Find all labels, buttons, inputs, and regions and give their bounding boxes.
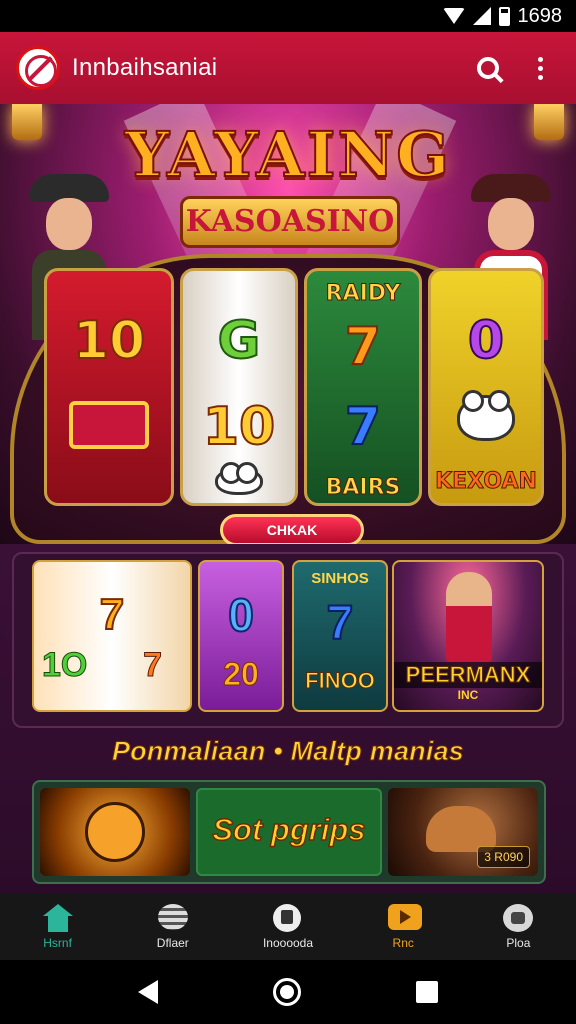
app-bar: Innbaihsaniai: [0, 32, 576, 104]
slot-reel-3: RAIDY 7 7 BAIRS: [304, 268, 422, 506]
tiger-icon: [85, 802, 145, 862]
nav-profile[interactable]: Ploa: [461, 894, 576, 960]
reel-symbol: 10: [202, 396, 276, 458]
nav-home[interactable]: Hsrnf: [0, 894, 115, 960]
trophy-icon: [273, 904, 301, 932]
promo-strip: Sot pgrips 3 R090: [32, 780, 546, 884]
app-screen: 1698 Innbaihsaniai YAYAING KASOASINO 10 …: [0, 0, 576, 1024]
promo-tiger-left[interactable]: [40, 788, 190, 876]
bottom-nav: Hsrnf Dflaer Inooooda Rnc Ploa: [0, 894, 576, 960]
games-panel: 7 1O 7 0 20 SINHOS 7 FINOO PEERMANX INC …: [0, 544, 576, 894]
tile-symbol: 7: [326, 596, 355, 651]
logo-icon[interactable]: [16, 46, 60, 90]
reel-symbol: 7: [344, 316, 382, 378]
more-button[interactable]: [520, 48, 560, 88]
performer-figure: [446, 572, 492, 662]
promo-badge: 3 R090: [477, 846, 530, 868]
reel-symbol: 0: [467, 310, 505, 372]
profile-icon: [503, 904, 534, 932]
system-nav-bar: [0, 960, 576, 1024]
slot-tile-sevens[interactable]: 7 1O 7: [32, 560, 192, 712]
section-title: Ponmaliaan • Maltp manias: [111, 736, 465, 767]
home-circle-icon[interactable]: [272, 978, 301, 1006]
tile-title: SINHOS: [311, 570, 369, 587]
slot-tile-zero[interactable]: 0 20: [198, 560, 284, 712]
app-title: Innbaihsaniai: [72, 54, 218, 81]
tile-subtitle: INC: [457, 688, 479, 702]
tile-symbol: 0: [227, 588, 255, 642]
promo-tiger-right[interactable]: 3 R090: [388, 788, 538, 876]
more-vert-icon: [537, 56, 543, 80]
tile-symbol: 7: [99, 589, 125, 640]
slot-machine: 10 G 10 RAIDY 7 7 BAIRS 0 KEXOAN CHKAK: [10, 254, 566, 544]
back-icon[interactable]: [137, 980, 158, 1004]
wifi-icon: [442, 8, 465, 24]
nav-label: Dflaer: [156, 936, 189, 950]
promo-slot-pgrips[interactable]: Sot pgrips: [196, 788, 382, 876]
nav-label: Hsrnf: [43, 936, 72, 950]
games-icon: [157, 904, 188, 930]
reel-label: RAIDY: [325, 281, 401, 307]
slot-reel-4: 0 KEXOAN: [428, 268, 544, 506]
slot-tile-sinhos[interactable]: SINHOS 7 FINOO: [292, 560, 388, 712]
home-icon: [42, 904, 73, 932]
promo-icon: [388, 904, 423, 930]
signal-icon: [472, 7, 491, 25]
lamb-icon: [431, 390, 541, 445]
reel-label: KEXOAN: [435, 469, 538, 495]
tile-label: FINOO: [305, 668, 376, 694]
tile-title: PEERMANX: [394, 662, 542, 688]
nav-trophy[interactable]: Inooooda: [230, 894, 345, 960]
tile-symbol: 20: [223, 656, 260, 693]
spin-button[interactable]: CHKAK: [220, 514, 364, 544]
lamb-icon: [183, 462, 295, 499]
nav-label: Ploa: [506, 936, 531, 950]
slot-reel-2: G 10: [180, 268, 298, 506]
nav-label: Inooooda: [262, 936, 314, 950]
hero-subtitle: KASOASINO: [180, 196, 400, 248]
nav-label: Rnc: [392, 936, 414, 950]
status-bar: 1698: [0, 0, 576, 32]
slot-reel-1: 10: [44, 268, 174, 506]
search-icon: [477, 57, 499, 79]
tile-symbol: 7: [143, 646, 163, 685]
reel-symbol: 10: [72, 310, 146, 372]
slot-tile-peermanx[interactable]: PEERMANX INC: [392, 560, 544, 712]
hero-banner[interactable]: YAYAING KASOASINO 10 G 10 RAIDY 7 7 BAIR: [0, 104, 576, 544]
reel-symbol: G: [217, 310, 262, 372]
hero-title: YAYAING: [124, 117, 452, 192]
ticket-icon: [47, 401, 171, 453]
search-button[interactable]: [468, 48, 508, 88]
battery-icon: [498, 6, 510, 26]
nav-games[interactable]: Dflaer: [115, 894, 230, 960]
promo-label: Sot pgrips: [212, 811, 367, 848]
nav-promo[interactable]: Rnc: [346, 894, 461, 960]
reel-label: BAIRS: [325, 475, 401, 501]
reel-symbol: 7: [344, 396, 382, 458]
recent-apps-icon[interactable]: [416, 981, 439, 1003]
status-time: 1698: [517, 4, 563, 27]
